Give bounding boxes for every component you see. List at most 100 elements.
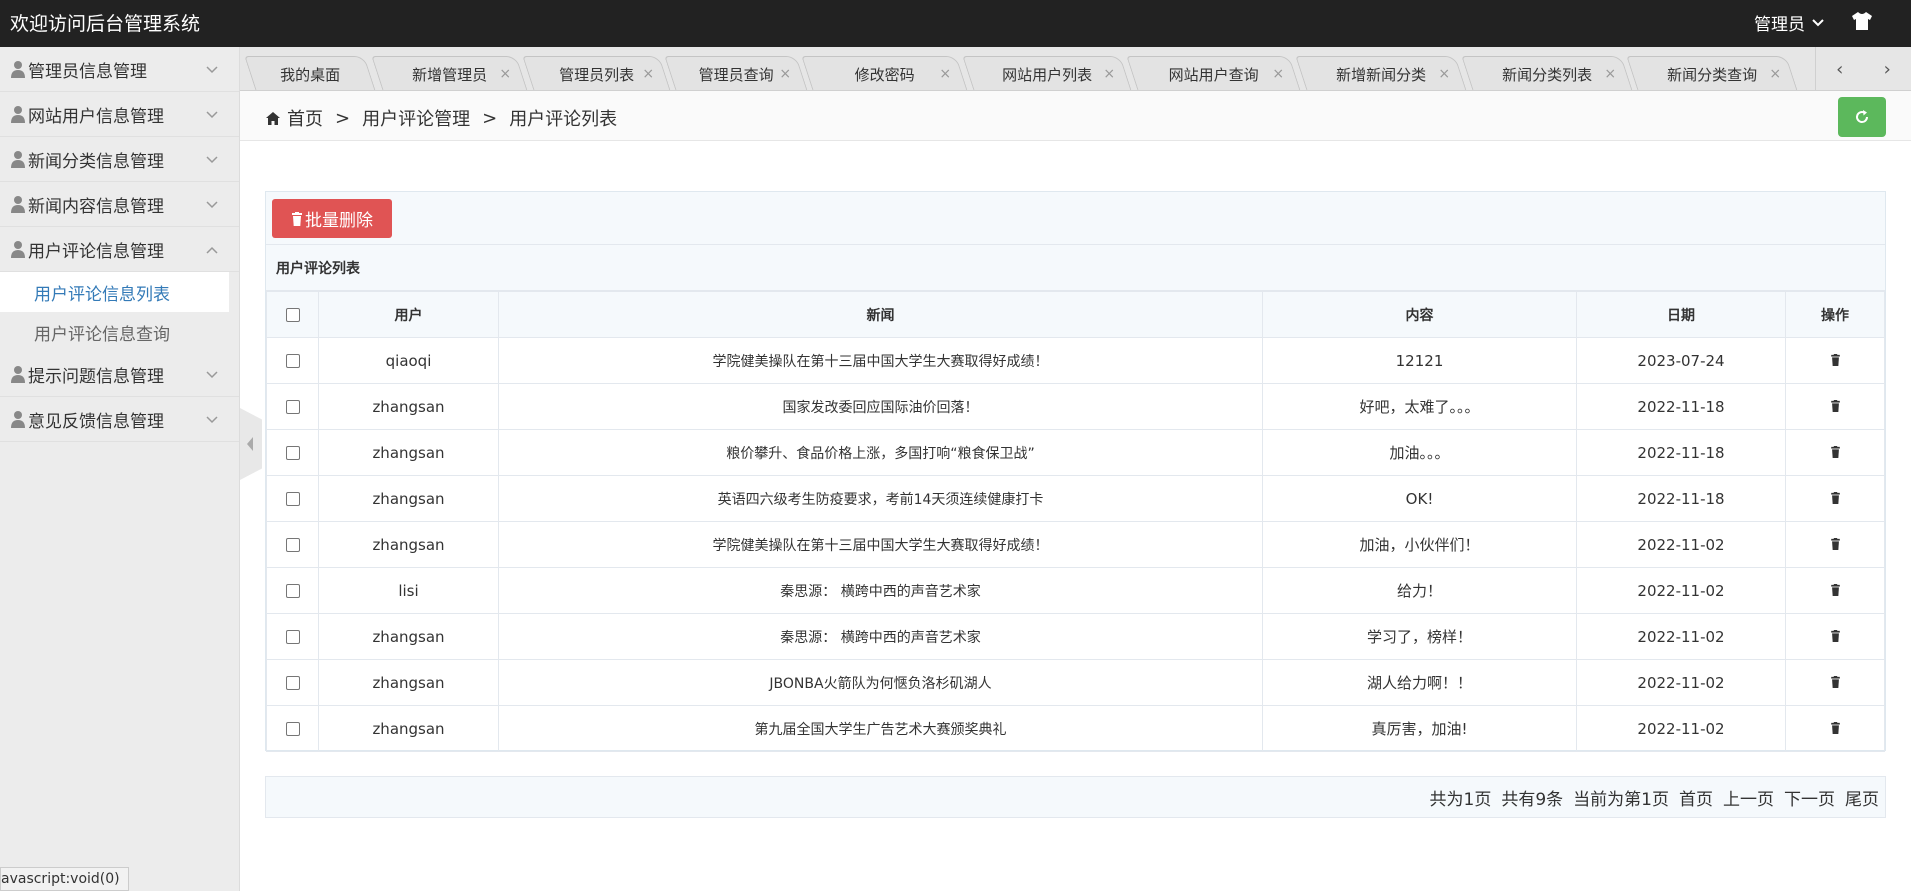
batch-delete-label: 批量删除: [305, 211, 373, 231]
row-select-cell: [266, 475, 319, 522]
row-checkbox[interactable]: [285, 400, 300, 414]
trash-icon[interactable]: [1830, 353, 1841, 366]
sidebar-collapse-handle[interactable]: [240, 408, 262, 480]
tab[interactable]: 新闻分类列表 ×: [1461, 56, 1633, 90]
row-checkbox[interactable]: [285, 584, 300, 598]
row-checkbox[interactable]: [285, 538, 300, 552]
tab-close-icon[interactable]: ×: [1604, 66, 1616, 82]
cell-actions: [1785, 567, 1885, 614]
cell-news: 第九届全国大学生广告艺术大赛颁奖典礼: [498, 705, 1263, 752]
tab-close-icon[interactable]: ×: [1272, 66, 1284, 82]
top-header: 欢迎访问后台管理系统 管理员: [0, 0, 1911, 47]
pager-prev-link[interactable]: 上一页: [1723, 785, 1774, 810]
cell-content: OK!: [1262, 475, 1577, 522]
user-menu[interactable]: 管理员: [1754, 10, 1825, 35]
trash-icon[interactable]: [1830, 537, 1841, 550]
comment-list-panel: 批量删除 用户评论列表 用户 新闻 内容 日期 操作 qiaoqi 学院健美操队在…: [265, 191, 1886, 752]
sidebar-item[interactable]: 管理员信息管理: [0, 47, 239, 92]
cell-user: zhangsan: [318, 383, 499, 430]
select-all-checkbox[interactable]: [285, 307, 300, 322]
person-icon: [11, 106, 25, 123]
row-checkbox[interactable]: [285, 492, 300, 506]
trash-icon[interactable]: [1830, 583, 1841, 596]
tab[interactable]: 网站用户列表 ×: [962, 56, 1132, 90]
sidebar: 管理员信息管理 网站用户信息管理 新闻分类信息管理 新闻内容信息管理 用户评论信息管理 …: [0, 47, 240, 891]
tab-close-icon[interactable]: ×: [499, 66, 511, 82]
row-checkbox[interactable]: [285, 630, 300, 644]
sidebar-item[interactable]: 用户评论信息管理: [0, 227, 239, 272]
sidebar-item-label: 管理员信息管理: [28, 61, 147, 82]
tab[interactable]: 管理员列表 ×: [522, 56, 671, 90]
trash-icon[interactable]: [1830, 721, 1841, 734]
tab-close-icon[interactable]: ×: [1438, 66, 1450, 82]
tab-close-icon[interactable]: ×: [1103, 66, 1115, 82]
pager-next-link[interactable]: 下一页: [1784, 785, 1835, 810]
tab[interactable]: 新增新闻分类 ×: [1295, 56, 1467, 90]
breadcrumb-home[interactable]: 首页: [287, 105, 323, 131]
shirt-icon[interactable]: [1851, 11, 1873, 31]
trash-icon[interactable]: [1830, 491, 1841, 504]
cell-actions: [1785, 705, 1885, 752]
table-header-row: 用户 新闻 内容 日期 操作: [266, 291, 1885, 338]
trash-icon[interactable]: [1830, 629, 1841, 642]
tab[interactable]: 修改密码 ×: [801, 56, 968, 90]
sidebar-item[interactable]: 新闻分类信息管理: [0, 137, 239, 182]
row-checkbox[interactable]: [285, 446, 300, 460]
tab-close-icon[interactable]: ×: [779, 66, 791, 82]
breadcrumb-separator: >: [335, 107, 351, 129]
cell-date: 2022-11-18: [1576, 429, 1786, 476]
tab[interactable]: 网站用户查询 ×: [1126, 56, 1301, 90]
tab-scroll-right-icon[interactable]: ›: [1884, 59, 1891, 80]
row-checkbox[interactable]: [285, 676, 300, 690]
cell-actions: [1785, 659, 1885, 706]
cell-date: 2022-11-02: [1576, 567, 1786, 614]
tab[interactable]: 管理员查询 ×: [664, 56, 808, 90]
refresh-button[interactable]: [1838, 97, 1886, 137]
table-row: zhangsan 粮价攀升、食品价格上涨，多国打响“粮食保卫战” 加油。。。 2022…: [266, 429, 1885, 476]
tab-scroll-left-icon[interactable]: ‹: [1836, 59, 1843, 80]
sidebar-item[interactable]: 意见反馈信息管理: [0, 397, 239, 442]
cell-news: 学院健美操队在第十三届中国大学生大赛取得好成绩！: [498, 337, 1263, 384]
sidebar-item[interactable]: 新闻内容信息管理: [0, 182, 239, 227]
trash-icon[interactable]: [1830, 399, 1841, 412]
trash-icon[interactable]: [1830, 675, 1841, 688]
breadcrumb-level1[interactable]: 用户评论管理: [362, 105, 470, 131]
person-icon: [11, 366, 25, 383]
tab[interactable]: 我的桌面: [244, 56, 376, 90]
tab-close-icon[interactable]: ×: [939, 66, 951, 82]
sidebar-subitem[interactable]: 用户评论信息查询: [0, 312, 239, 352]
cell-actions: [1785, 429, 1885, 476]
pager-last-link[interactable]: 尾页: [1845, 785, 1879, 810]
cell-content: 学习了，榜样！: [1262, 613, 1577, 660]
sidebar-item-label: 用户评论信息管理: [28, 241, 164, 262]
tab-close-icon[interactable]: ×: [1769, 66, 1781, 82]
row-checkbox[interactable]: [285, 354, 300, 368]
tab-label: 网站用户查询: [1168, 65, 1259, 84]
sidebar-item[interactable]: 提示问题信息管理: [0, 352, 239, 397]
cell-news: 国家发改委回应国际油价回落！: [498, 383, 1263, 430]
trash-icon[interactable]: [1830, 445, 1841, 458]
tab-close-icon[interactable]: ×: [642, 66, 654, 82]
row-select-cell: [266, 383, 319, 430]
cell-news: 秦思源： 横跨中西的声音艺术家: [498, 613, 1263, 660]
cell-content: 真厉害，加油!: [1262, 705, 1577, 752]
sidebar-item[interactable]: 网站用户信息管理: [0, 92, 239, 137]
cell-date: 2022-11-02: [1576, 521, 1786, 568]
batch-delete-button[interactable]: 批量删除: [272, 199, 392, 238]
app-title: 欢迎访问后台管理系统: [10, 13, 201, 35]
sidebar-item-label: 意见反馈信息管理: [28, 411, 164, 432]
sidebar-subitem[interactable]: 用户评论信息列表: [0, 272, 229, 312]
tab-label: 修改密码: [854, 65, 915, 84]
tab-scroll-controls: ‹ ›: [1815, 47, 1911, 90]
sidebar-item-label: 新闻内容信息管理: [28, 196, 164, 217]
cell-user: zhangsan: [318, 475, 499, 522]
pager-first-link[interactable]: 首页: [1679, 785, 1713, 810]
table-row: zhangsan JBONBA火箭队为何惬负洛杉矶湖人 湖人给力啊！！ 2022-11…: [266, 659, 1885, 706]
tab[interactable]: 新闻分类查询 ×: [1626, 56, 1798, 90]
row-checkbox[interactable]: [285, 722, 300, 736]
table-row: zhangsan 国家发改委回应国际油价回落！ 好吧，太难了。。。 2022-11-1…: [266, 383, 1885, 430]
tab-label: 新闻分类列表: [1502, 65, 1593, 84]
panel-title: 用户评论列表: [266, 245, 1885, 291]
tab[interactable]: 新增管理员 ×: [371, 56, 528, 90]
person-icon: [11, 196, 25, 213]
